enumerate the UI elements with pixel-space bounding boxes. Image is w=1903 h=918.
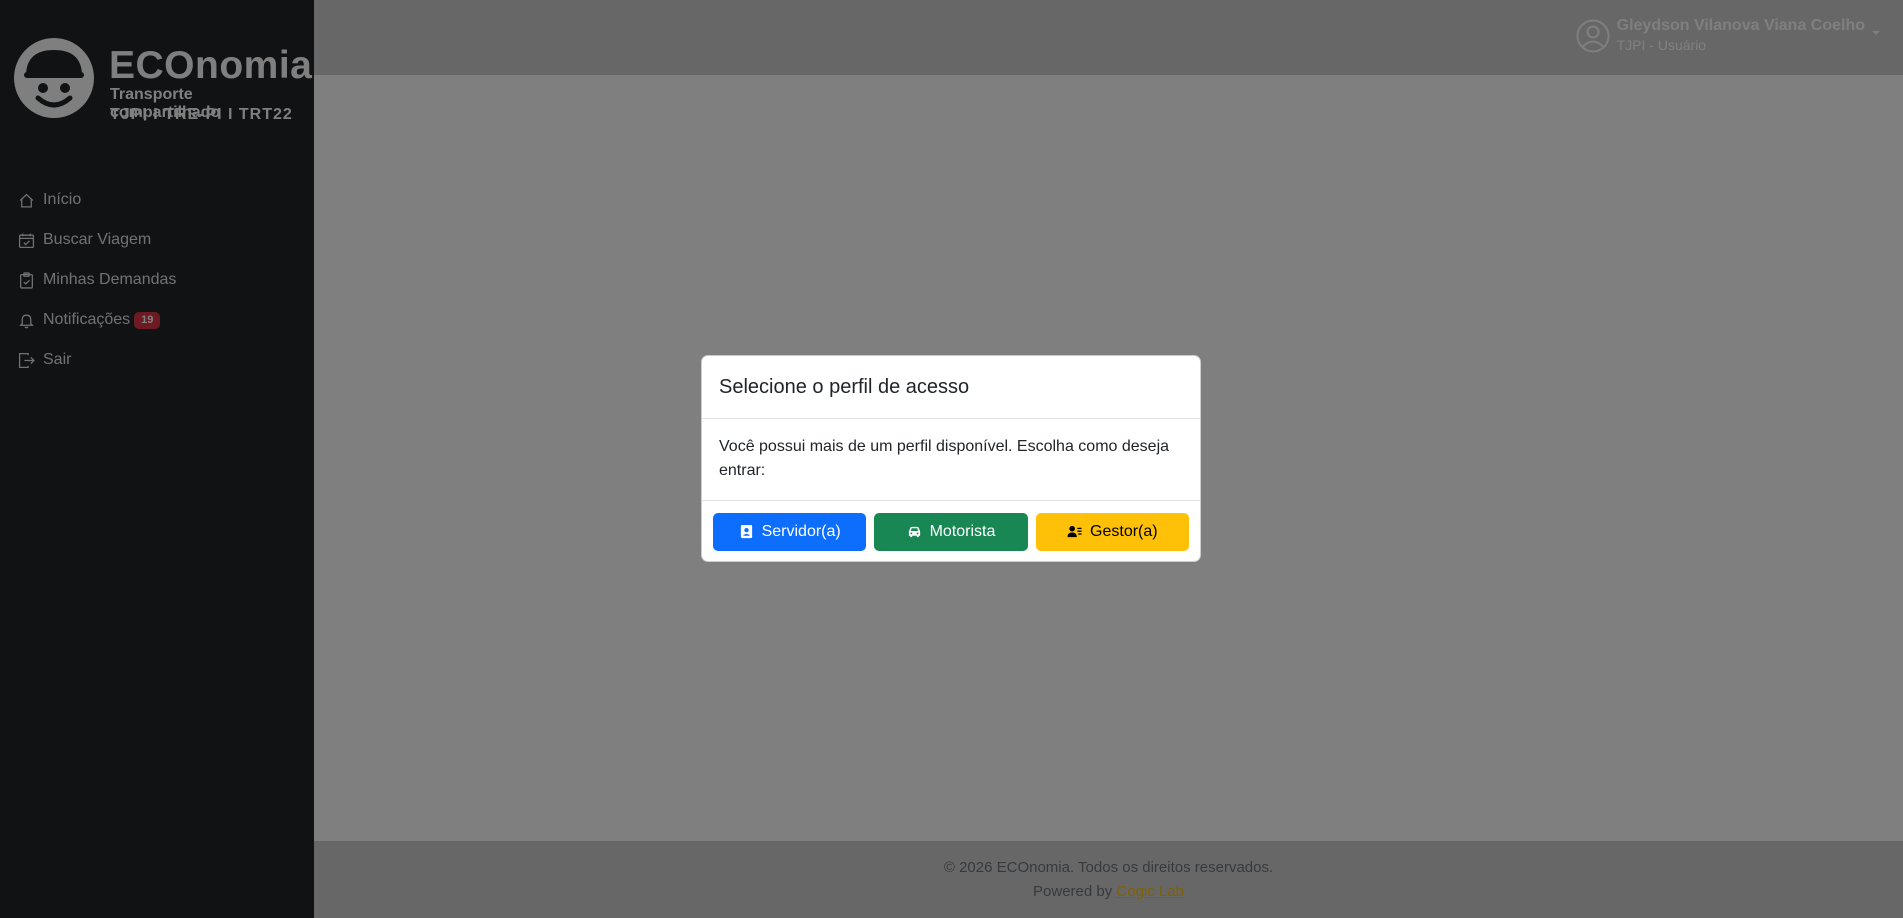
gestor-button-label: Gestor(a) xyxy=(1090,522,1158,540)
servidor-button[interactable]: Servidor(a) xyxy=(713,512,867,551)
modal-title: Selecione o perfil de acesso xyxy=(719,375,970,398)
profile-select-modal: Selecione o perfil de acesso Você possui… xyxy=(701,355,1201,562)
motorista-button-label: Motorista xyxy=(929,522,996,540)
modal-header: Selecione o perfil de acesso xyxy=(702,356,1200,419)
car-icon xyxy=(908,526,920,538)
modal-footer: Servidor(a) Motorista Gestor(a) xyxy=(702,501,1200,561)
id-card-icon xyxy=(740,524,752,539)
gestor-button[interactable]: Gestor(a) xyxy=(1035,512,1189,551)
user-list-icon xyxy=(1067,525,1082,538)
servidor-button-label: Servidor(a) xyxy=(761,522,841,540)
motorista-button[interactable]: Motorista xyxy=(874,512,1028,551)
modal-message: Você possui mais de um perfil disponível… xyxy=(702,419,1200,501)
